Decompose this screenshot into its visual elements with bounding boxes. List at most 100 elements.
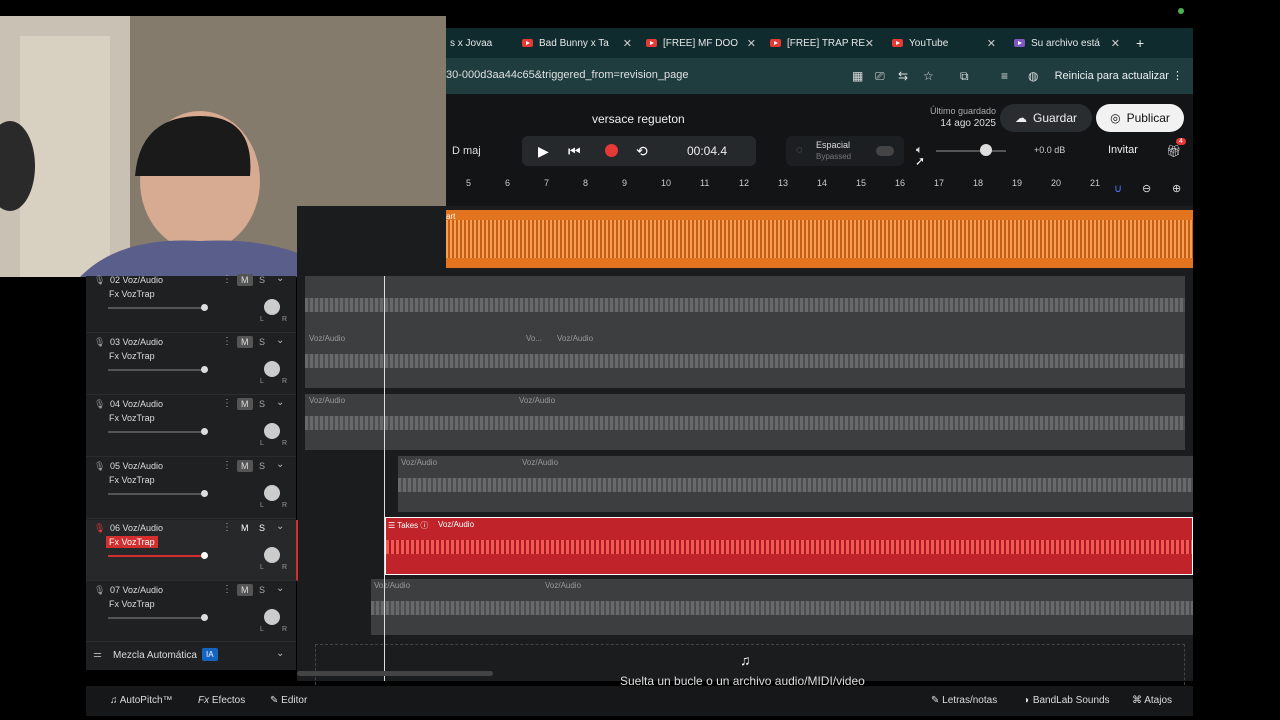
chevron-down-icon[interactable]: ⌄ xyxy=(276,273,284,284)
play-icon[interactable]: ▶ xyxy=(538,143,549,160)
volume-knob[interactable] xyxy=(201,428,208,435)
more-icon[interactable]: ⋮ xyxy=(222,522,232,533)
track-06-lane[interactable]: ☰ Takes ⓘ Voz/Audio xyxy=(385,517,1193,575)
horizontal-scrollbar[interactable] xyxy=(297,671,493,676)
url-field[interactable]: 30-000d3aa44c65&triggered_from=revision_… xyxy=(446,69,688,81)
track-name[interactable]: 03 Voz/Audio xyxy=(110,337,163,347)
close-icon[interactable]: ✕ xyxy=(1111,37,1120,50)
chevron-down-icon[interactable]: ⌄ xyxy=(276,648,284,659)
magnet-icon[interactable]: ∪ xyxy=(1114,182,1122,195)
invite-button[interactable]: Invitar xyxy=(1108,144,1138,156)
browser-tab[interactable]: YouTube ✕ xyxy=(892,28,996,58)
update-button[interactable]: Reinicia para actualizar ⋮ xyxy=(1055,69,1183,82)
master-volume-slider[interactable] xyxy=(936,150,1006,152)
translate-icon[interactable]: ⇆ xyxy=(898,69,908,83)
publish-button[interactable]: ◎ Publicar xyxy=(1096,104,1184,132)
chevron-down-icon[interactable]: ⌄ xyxy=(276,335,284,346)
fx-preset[interactable]: Fx VozTrap xyxy=(106,536,158,548)
editor-button[interactable]: ✎ Editor xyxy=(270,695,307,706)
pan-knob[interactable] xyxy=(264,547,280,563)
shortcuts-button[interactable]: ⌘ Atajos xyxy=(1132,695,1172,706)
fx-preset[interactable]: Fx VozTrap xyxy=(106,598,158,610)
pan-knob[interactable] xyxy=(264,423,280,439)
chevron-down-icon[interactable]: ⌄ xyxy=(276,397,284,408)
track-header[interactable]: 🎙︎ 04 Voz/Audio Fx VozTrap ⋮ M S ⌄ L R xyxy=(86,396,296,457)
bandlab-sounds-button[interactable]: ◗ BandLab Sounds xyxy=(1024,695,1110,706)
track-header[interactable]: 🎙︎ 02 Voz/Audio Fx VozTrap ⋮ M S ⌄ L R xyxy=(86,272,296,333)
song-title[interactable]: versace regueton xyxy=(592,112,685,126)
track-02-lane[interactable] xyxy=(305,276,1185,332)
loop-icon[interactable]: ⟲ xyxy=(636,143,648,160)
volume-knob[interactable] xyxy=(201,366,208,373)
key-selector[interactable]: D maj xyxy=(452,145,481,157)
close-icon[interactable]: ✕ xyxy=(987,37,996,50)
more-icon[interactable]: ⋮ xyxy=(222,460,232,471)
solo-button[interactable]: S xyxy=(259,585,265,595)
volume-knob[interactable] xyxy=(201,614,208,621)
mute-button[interactable]: M xyxy=(237,336,253,348)
more-icon[interactable]: ⋮ xyxy=(222,398,232,409)
pan-knob[interactable] xyxy=(264,361,280,377)
spatial-switch[interactable] xyxy=(876,146,894,156)
more-icon[interactable]: ⋮ xyxy=(222,274,232,285)
media-icon[interactable]: ≡ xyxy=(1001,69,1008,83)
solo-button[interactable]: S xyxy=(259,337,265,347)
volume-slider[interactable] xyxy=(108,493,204,495)
mute-button[interactable]: M xyxy=(237,460,253,472)
track-header[interactable]: 🎙︎ 07 Voz/Audio Fx VozTrap ⋮ M S ⌄ L R xyxy=(86,582,296,643)
chevron-down-icon[interactable]: ⌄ xyxy=(276,459,284,470)
volume-slider[interactable] xyxy=(108,617,204,619)
browser-tab[interactable]: [FREE] TRAP RE ✕ xyxy=(770,28,874,58)
track-header[interactable]: 🎙︎ 03 Voz/Audio Fx VozTrap ⋮ M S ⌄ L R xyxy=(86,334,296,395)
mute-button[interactable]: M xyxy=(237,522,253,534)
fx-preset[interactable]: Fx VozTrap xyxy=(106,350,158,362)
volume-knob[interactable] xyxy=(201,490,208,497)
beat-clip[interactable]: art xyxy=(446,210,1193,268)
track-header[interactable]: 🎙︎ 05 Voz/Audio Fx VozTrap ⋮ M S ⌄ L R xyxy=(86,458,296,519)
fx-preset[interactable]: Fx VozTrap xyxy=(106,288,158,300)
browser-tab[interactable]: Su archivo está ✕ xyxy=(1014,28,1120,58)
auto-mix-row[interactable]: ⚌ Mezcla Automática IA ⌄ xyxy=(86,641,296,670)
pan-knob[interactable] xyxy=(264,299,280,315)
chevron-down-icon[interactable]: ⌄ xyxy=(276,583,284,594)
solo-button[interactable]: S xyxy=(259,523,265,533)
more-icon[interactable]: ⋮ xyxy=(222,584,232,595)
zoom-out-icon[interactable]: ⊖ xyxy=(1142,182,1151,195)
pan-knob[interactable] xyxy=(264,609,280,625)
track-04-lane[interactable]: Voz/Audio Voz/Audio xyxy=(305,394,1185,450)
track-03-lane[interactable]: Voz/Audio Vo... Voz/Audio xyxy=(305,332,1185,388)
timeline-ruler[interactable]: 5 6 7 8 9 10 11 12 13 14 15 16 17 18 19 … xyxy=(446,174,1193,206)
solo-button[interactable]: S xyxy=(259,275,265,285)
bookmark-star-icon[interactable]: ☆ xyxy=(923,69,934,83)
close-icon[interactable]: ✕ xyxy=(623,37,632,50)
close-icon[interactable]: ✕ xyxy=(747,37,756,50)
mute-button[interactable]: M xyxy=(237,584,253,596)
track-name[interactable]: 02 Voz/Audio xyxy=(110,275,163,285)
volume-knob[interactable] xyxy=(201,304,208,311)
track-05-lane[interactable]: Voz/Audio Voz/Audio xyxy=(398,456,1193,512)
track-header-selected[interactable]: 🎙︎ 06 Voz/Audio Fx VozTrap ⋮ M S ⌄ L R xyxy=(86,520,298,581)
fx-preset[interactable]: Fx VozTrap xyxy=(106,412,158,424)
volume-slider[interactable] xyxy=(108,307,204,309)
lyrics-button[interactable]: ✎ Letras/notas xyxy=(931,695,997,706)
track-name[interactable]: 04 Voz/Audio xyxy=(110,399,163,409)
browser-tab[interactable]: Bad Bunny x Ta ✕ xyxy=(522,28,632,58)
zoom-in-icon[interactable]: ⊕ xyxy=(1172,182,1181,195)
cast-icon[interactable]: ⎚ xyxy=(875,69,885,84)
save-button[interactable]: ☁ Guardar xyxy=(1000,104,1092,132)
playhead[interactable] xyxy=(384,276,385,681)
browser-tab[interactable]: [FREE] MF DOO ✕ xyxy=(646,28,756,58)
autopitch-button[interactable]: ♫ AutoPitch™ xyxy=(110,695,173,706)
solo-button[interactable]: S xyxy=(259,461,265,471)
browser-tab[interactable]: s x Jovaa xyxy=(450,28,512,58)
volume-slider[interactable] xyxy=(108,555,204,557)
fx-preset[interactable]: Fx VozTrap xyxy=(106,474,158,486)
record-button[interactable] xyxy=(605,144,618,157)
extensions-icon[interactable]: ⧉ xyxy=(960,69,969,84)
gift-icon[interactable]: 🎁︎ xyxy=(1166,144,1181,158)
spatial-toggle[interactable]: ◌ Espacial Bypassed xyxy=(786,136,904,166)
volume-slider[interactable] xyxy=(108,369,204,371)
master-volume-knob[interactable] xyxy=(980,144,992,156)
volume-knob[interactable] xyxy=(201,552,208,559)
reader-icon[interactable]: ▦ xyxy=(852,69,863,83)
